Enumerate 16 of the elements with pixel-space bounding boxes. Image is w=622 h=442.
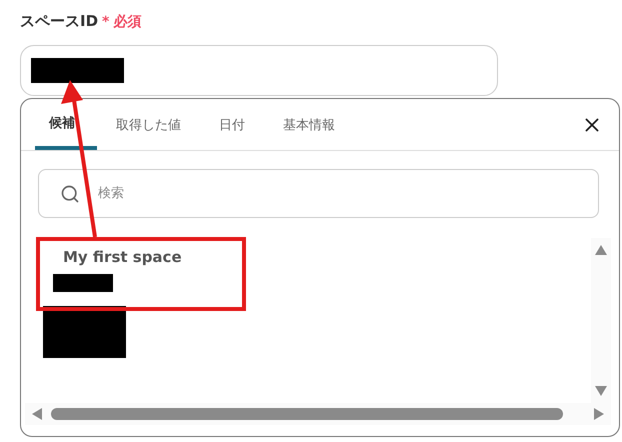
redaction-bar: [53, 274, 113, 292]
tab[interactable]: 基本情報: [264, 99, 354, 150]
scroll-left-arrow-icon[interactable]: [31, 408, 43, 420]
search-field[interactable]: 検索: [38, 169, 599, 218]
scrollbar-thumb[interactable]: [51, 408, 563, 420]
required-text: 必須: [113, 13, 142, 31]
scroll-down-arrow-icon[interactable]: [595, 385, 607, 397]
field-label: スペースID: [20, 12, 98, 31]
option-item[interactable]: My first space: [53, 238, 591, 302]
tab[interactable]: 日付: [200, 99, 264, 150]
required-mark: *: [102, 14, 110, 30]
tab[interactable]: 取得した値: [97, 99, 200, 150]
scroll-up-arrow-icon[interactable]: [595, 244, 607, 256]
search-icon: [60, 184, 80, 204]
input-field[interactable]: [20, 45, 498, 96]
scroll-right-arrow-icon[interactable]: [593, 408, 605, 420]
